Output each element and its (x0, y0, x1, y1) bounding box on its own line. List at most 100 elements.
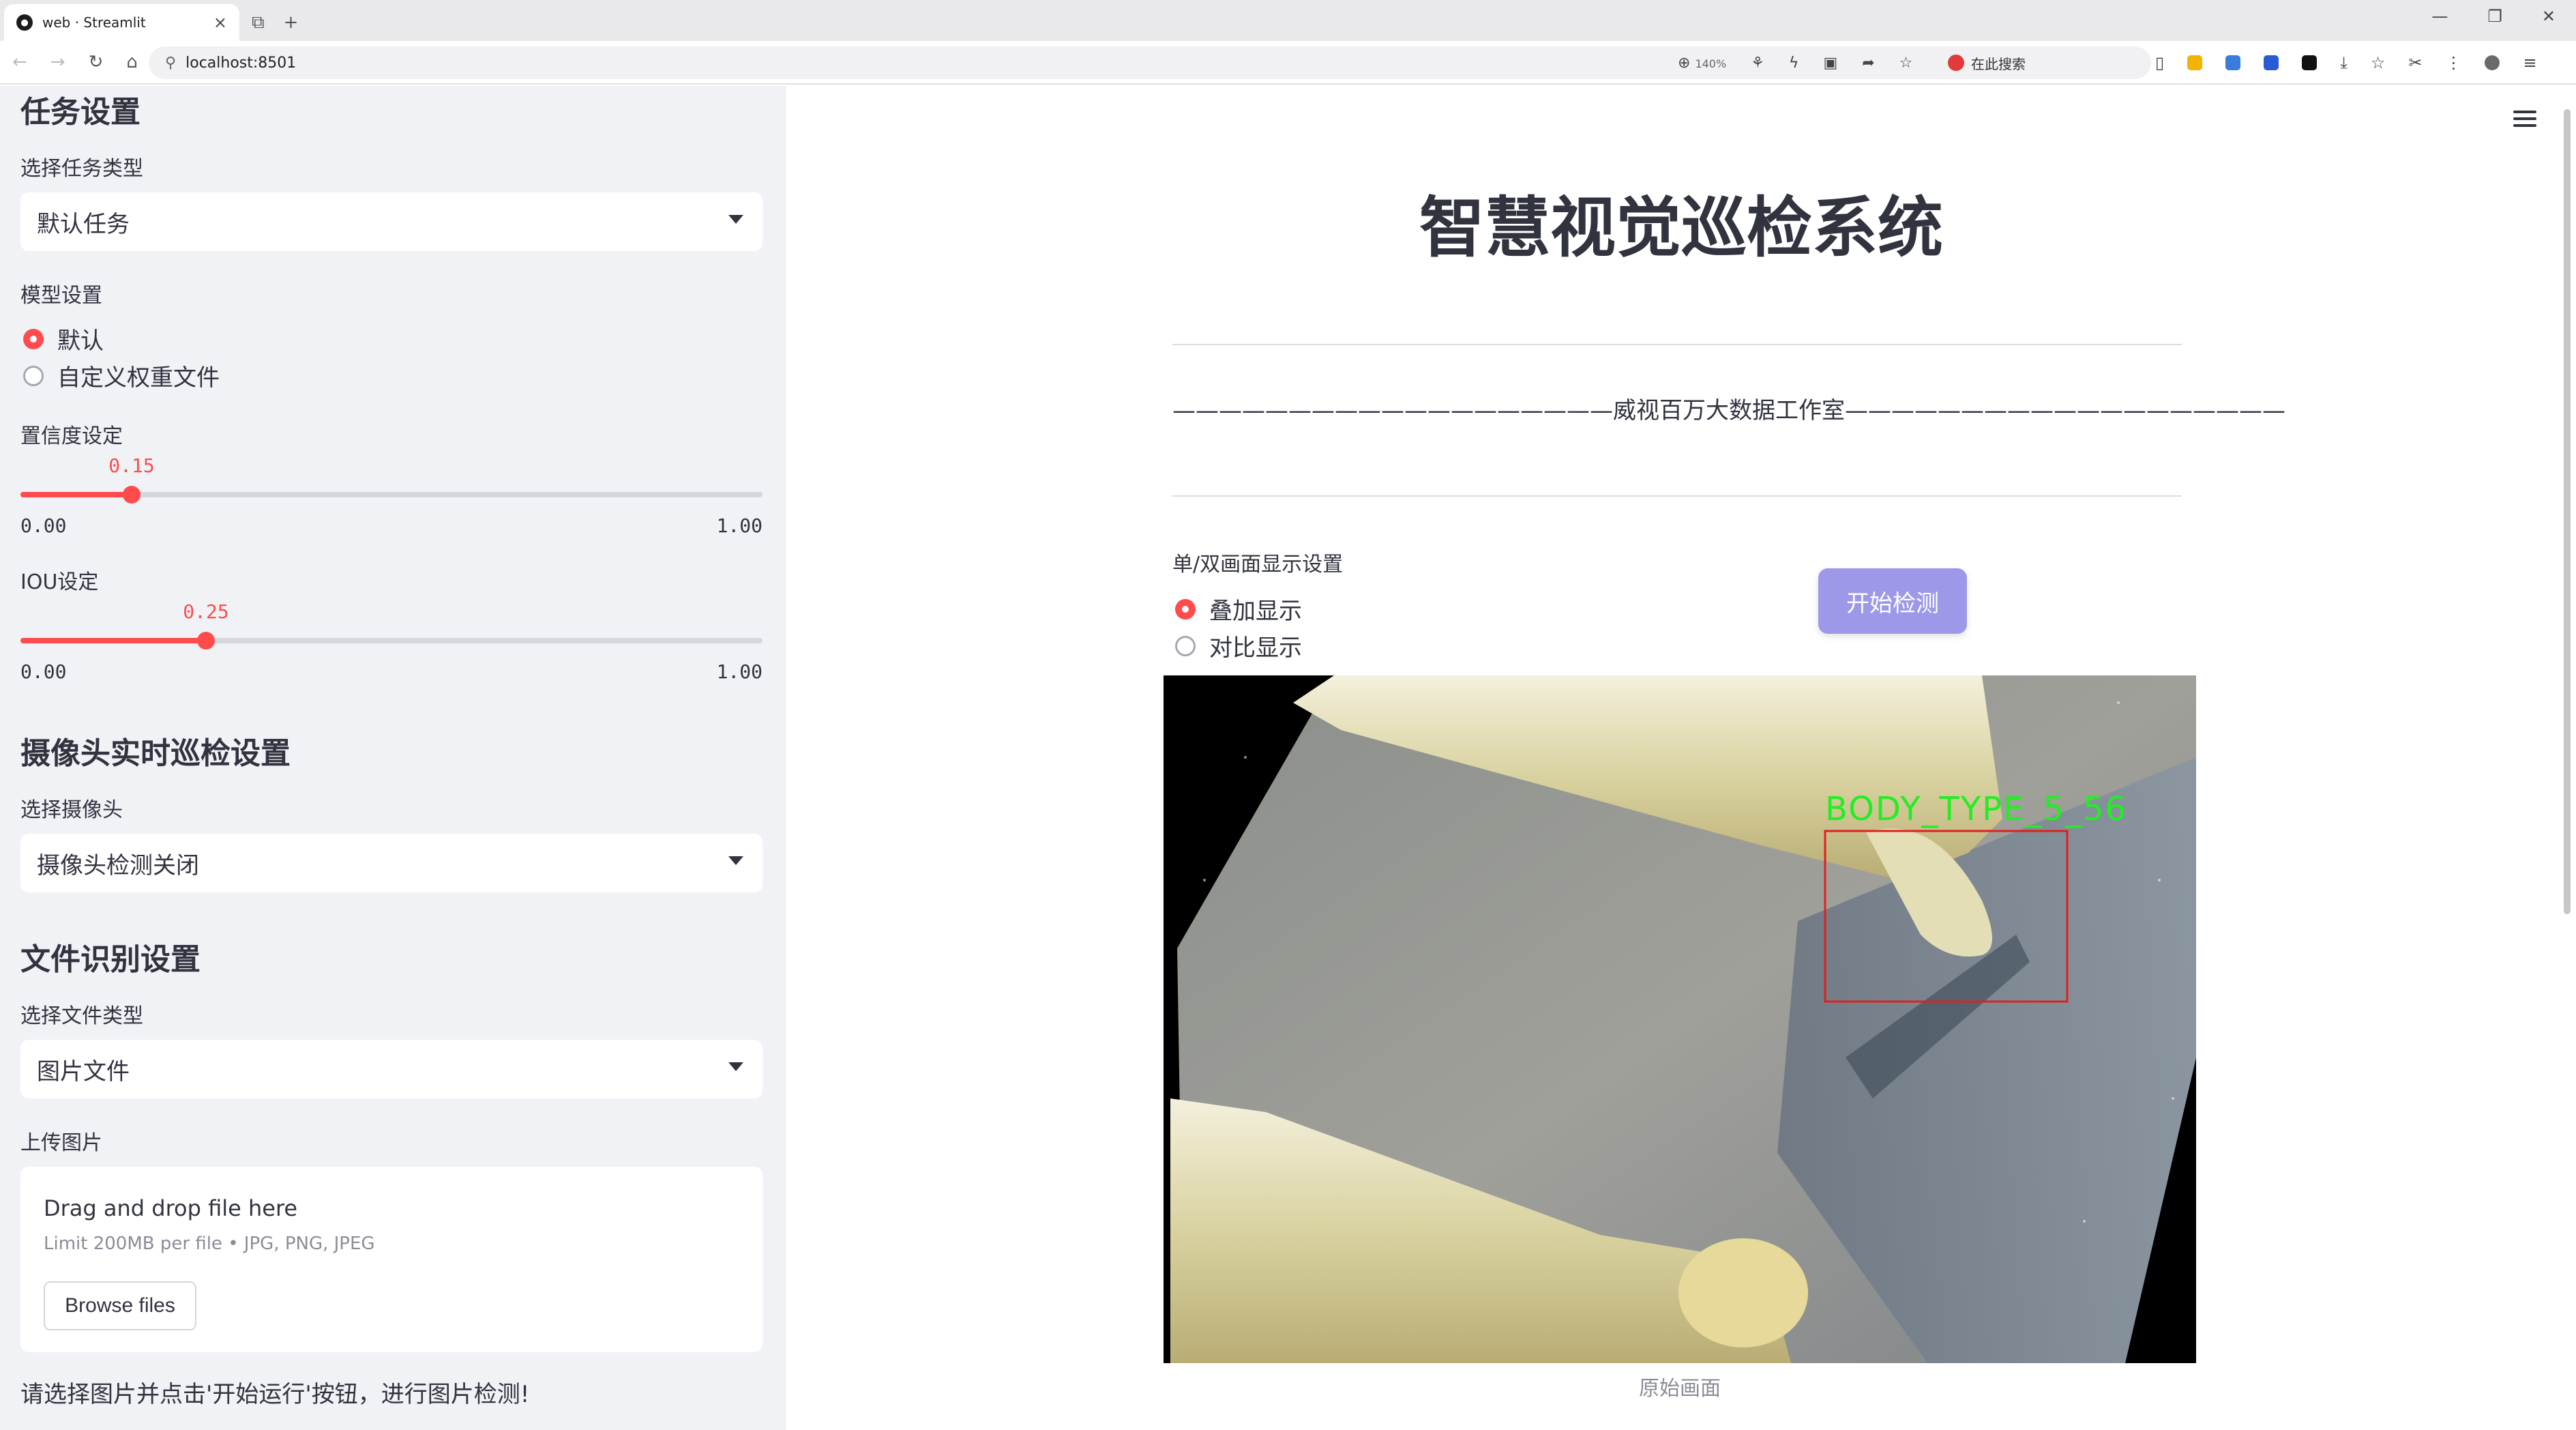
translate-icon[interactable]: ⚘ (1751, 55, 1764, 72)
file-dropzone[interactable]: Drag and drop file here Limit 200MB per … (20, 1167, 763, 1352)
start-detection-button[interactable]: 开始检测 (1818, 568, 1967, 634)
slider-min: 0.00 (20, 514, 67, 537)
extension-icon[interactable] (2302, 55, 2318, 70)
model-label: 模型设置 (20, 284, 102, 308)
divider (1172, 495, 2182, 497)
chevron-down-icon (728, 1062, 743, 1071)
share-icon[interactable]: ➦ (1862, 55, 1874, 72)
slider-thumb[interactable] (123, 486, 140, 504)
mobile-icon[interactable]: ▯ (2155, 53, 2164, 72)
radio-selected-icon (23, 328, 44, 349)
confidence-slider[interactable]: 0.15 0.00 1.00 (20, 454, 763, 537)
slider-value: 0.25 (183, 600, 229, 623)
restore-icon[interactable]: ❐ (2487, 7, 2502, 26)
new-tab-icon[interactable]: + (284, 12, 299, 33)
screenshot-icon[interactable]: ▣ (1823, 55, 1837, 72)
file-type-label: 选择文件类型 (20, 1004, 143, 1028)
browser-menu-icon[interactable]: ≡ (2523, 53, 2536, 72)
task-type-select[interactable]: 默认任务 (20, 192, 763, 251)
chevron-down-icon (728, 856, 743, 865)
slider-fill (20, 638, 206, 643)
file-type-select[interactable]: 图片文件 (20, 1040, 763, 1098)
app-menu-icon[interactable] (2513, 111, 2536, 131)
radio-label: 默认 (57, 327, 104, 355)
favorite-star-icon[interactable]: ☆ (1899, 55, 1913, 72)
extension-icon[interactable] (2264, 55, 2279, 70)
display-radio-overlay[interactable]: 叠加显示 (1175, 592, 1302, 626)
page-subtitle: ———————————————————威视百万大数据工作室———————————… (1172, 397, 2285, 424)
camera-value: 摄像头检测关闭 (37, 851, 199, 879)
window-close-icon[interactable]: ✕ (2542, 7, 2556, 26)
radio-unselected-icon (1175, 635, 1196, 656)
image-caption: 原始画面 (1639, 1377, 1721, 1401)
upload-label: 上传图片 (20, 1131, 102, 1155)
slider-value: 0.15 (108, 454, 155, 477)
model-radio-default[interactable]: 默认 (23, 322, 104, 355)
radio-label: 叠加显示 (1209, 598, 1302, 625)
iou-slider[interactable]: 0.25 0.00 1.00 (20, 600, 763, 683)
chevron-down-icon (728, 215, 743, 224)
task-type-value: 默认任务 (37, 210, 130, 238)
zoom-indicator[interactable]: ⊕ 140% (1678, 55, 1726, 72)
extension-icon[interactable] (2225, 55, 2241, 70)
file-section-title: 文件识别设置 (20, 942, 201, 977)
minimize-icon[interactable]: — (2431, 7, 2448, 26)
reload-icon[interactable]: ↻ (89, 52, 104, 72)
iou-label: IOU设定 (20, 570, 99, 594)
display-radio-compare[interactable]: 对比显示 (1175, 629, 1302, 662)
browser-search-box[interactable]: 在此搜索 (1937, 48, 2148, 78)
browser-tabstrip: ● web · Streamlit × ⧉ + — ❐ ✕ (0, 0, 2576, 41)
dropzone-text: Drag and drop file here (44, 1195, 298, 1221)
model-radio-custom[interactable]: 自定义权重文件 (23, 359, 220, 392)
forward-icon[interactable]: → (50, 52, 65, 72)
detection-image-svg: BODY_TYPE_5_56 (1164, 675, 2196, 1363)
bookmarks-icon[interactable]: ☆ (2371, 53, 2386, 72)
divider (1172, 344, 2182, 345)
dropzone-limit: Limit 200MB per file • JPG, PNG, JPEG (44, 1234, 375, 1254)
browser-tab[interactable]: ● web · Streamlit × (4, 4, 239, 41)
radio-label: 对比显示 (1209, 634, 1302, 662)
confidence-label: 置信度设定 (20, 424, 123, 448)
slider-thumb[interactable] (197, 632, 215, 650)
task-section-title: 任务设置 (20, 95, 140, 130)
camera-label: 选择摄像头 (20, 798, 123, 822)
task-type-label: 选择任务类型 (20, 157, 143, 181)
lower-pin-end (1678, 1238, 1808, 1347)
page-title: 智慧视觉巡检系统 (1419, 190, 1943, 266)
search-placeholder: 在此搜索 (1971, 55, 2026, 72)
profile-avatar[interactable] (2485, 55, 2500, 70)
slider-max: 1.00 (716, 514, 763, 537)
streamlit-favicon-icon: ● (16, 14, 33, 31)
search-engine-icon (1948, 55, 1964, 71)
display-mode-label: 单/双画面显示设置 (1172, 553, 1344, 577)
slider-fill (20, 492, 132, 497)
radio-label: 自定义权重文件 (57, 364, 220, 392)
radio-selected-icon (1175, 598, 1196, 619)
sidebar-instruction: 请选择图片并点击'开始运行'按钮，进行图片检测! (20, 1381, 530, 1408)
slider-max: 1.00 (716, 660, 763, 683)
url-text: localhost:8501 (186, 54, 297, 72)
tab-group-icon[interactable]: ⧉ (252, 12, 265, 33)
detection-label: BODY_TYPE_5_56 (1825, 790, 2127, 828)
camera-section-title: 摄像头实时巡检设置 (20, 736, 291, 771)
file-type-value: 图片文件 (37, 1057, 130, 1085)
tab-close-icon[interactable]: × (213, 13, 227, 32)
more-menu-icon[interactable]: ⋮ (2445, 53, 2461, 72)
address-bar-row: ← → ↻ ⌂ ⚲ localhost:8501 ⊕ 140% ⚘ ϟ ▣ ➦ … (0, 41, 2576, 85)
extension-icon[interactable] (2187, 55, 2203, 70)
slider-min: 0.00 (20, 660, 67, 683)
tab-title: web · Streamlit (42, 14, 146, 31)
home-icon[interactable]: ⌂ (126, 52, 138, 72)
main-content: 智慧视觉巡检系统 ———————————————————威视百万大数据工作室——… (786, 86, 2576, 1430)
zoom-level: 140% (1695, 57, 1727, 70)
site-info-icon[interactable]: ⚲ (165, 55, 176, 72)
detection-image: BODY_TYPE_5_56 (1164, 675, 2196, 1363)
download-icon[interactable]: ⤓ (2340, 53, 2348, 72)
sidebar: 任务设置 选择任务类型 默认任务 模型设置 默认 自定义权重文件 置信度设定 0… (0, 86, 786, 1430)
camera-select[interactable]: 摄像头检测关闭 (20, 834, 763, 892)
back-icon[interactable]: ← (12, 52, 27, 72)
tools-icon[interactable]: ✂ (2408, 53, 2422, 72)
lightning-icon[interactable]: ϟ (1789, 55, 1799, 72)
radio-unselected-icon (23, 365, 44, 386)
browse-files-button[interactable]: Browse files (44, 1281, 196, 1330)
